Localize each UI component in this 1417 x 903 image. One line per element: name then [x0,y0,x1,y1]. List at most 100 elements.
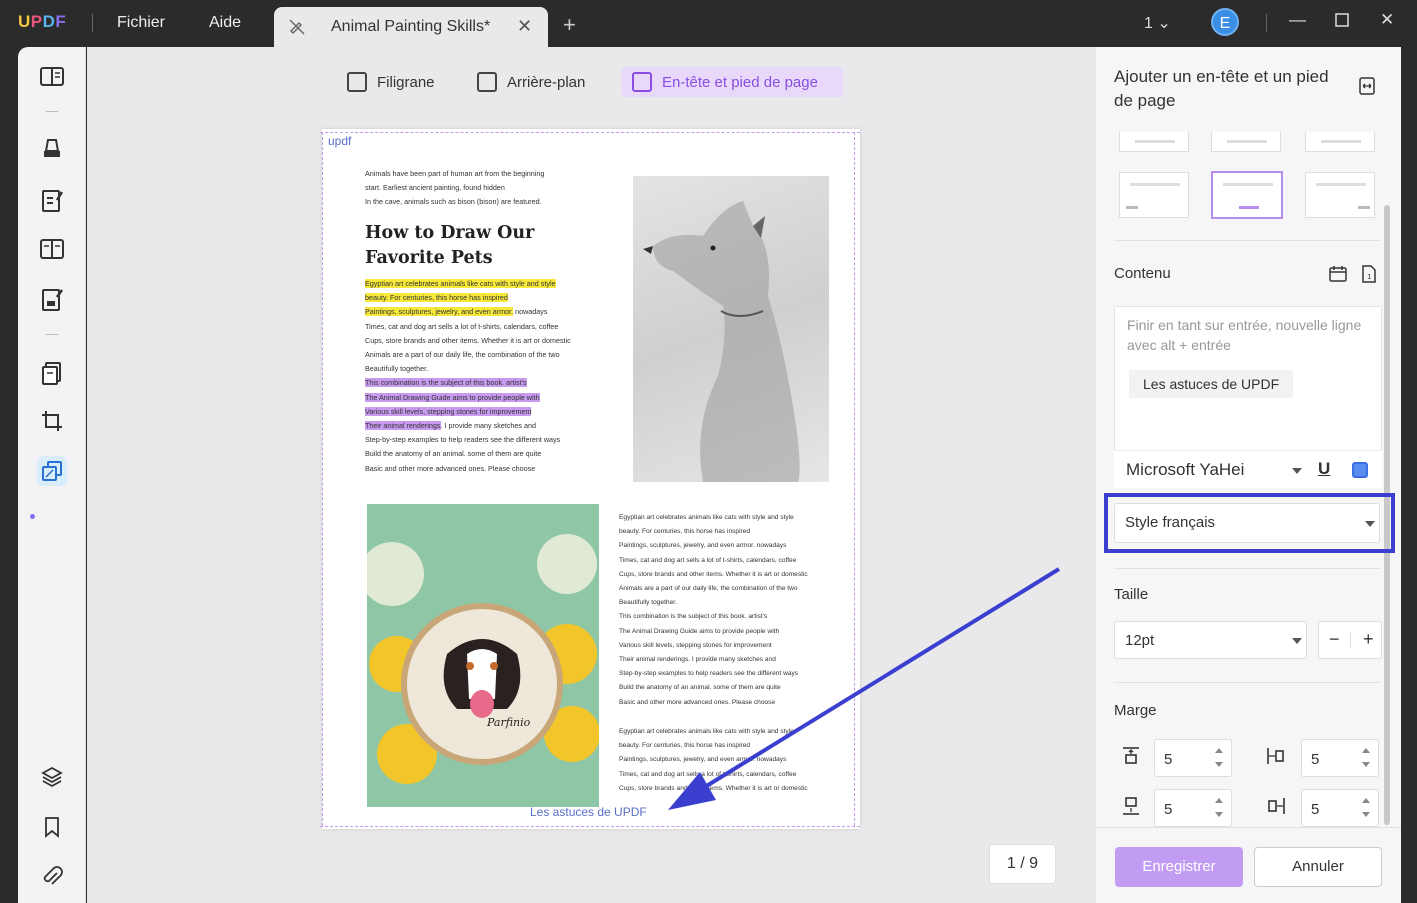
decrement-icon[interactable] [1362,812,1370,817]
margin-right-input[interactable]: 5 [1301,789,1379,827]
margin-bottom-input[interactable]: 5 [1154,789,1232,827]
left-sidebar [18,47,86,903]
margin-left-input[interactable]: 5 [1301,739,1379,777]
template-thumb[interactable] [1119,132,1189,152]
document-tab[interactable]: Animal Painting Skills* ✕ [274,7,548,47]
decrement-icon[interactable] [1215,762,1223,767]
footer-text[interactable]: Les astuces de UPDF [530,805,647,819]
bookmark-icon[interactable] [37,812,67,842]
highlighter-icon[interactable] [37,135,67,165]
text-line: Times, cat and dog art sells a lot of t-… [619,556,797,564]
increment-icon[interactable] [1215,798,1223,803]
attachment-icon[interactable] [37,862,67,892]
text-line: Step-by-step examples to help readers se… [365,435,561,445]
margin-left-icon [1267,748,1284,764]
panel-divider [1114,682,1381,683]
text-line: start. Earliest ancient painting, found … [365,183,505,193]
tab-close-icon[interactable]: ✕ [517,16,532,37]
stepper-divider [1350,632,1351,648]
title-line: How to Draw Our [365,223,535,243]
purple-highlight[interactable]: Their animal renderings [365,421,441,431]
header-footer-tool[interactable]: En-tête et pied de page [622,67,843,97]
increment-icon[interactable] [1362,748,1370,753]
text-line: Animals are a part of our daily life, th… [365,350,560,360]
updf-logo[interactable]: UPDF [18,12,66,32]
margin-label: Marge [1114,702,1157,719]
chevron-down-icon [1292,638,1302,644]
text-line: The Animal Drawing Guide aims to provide… [619,627,780,635]
underline-button[interactable]: U [1318,459,1330,479]
text-line: Egyptian art celebrates animals like cat… [619,514,794,521]
text-line: Build the anatomy of an animal. some of … [365,449,542,459]
edit-off-icon [289,19,305,35]
watermark-tool[interactable]: Filigrane [337,67,445,97]
content-chip[interactable]: Les astuces de UPDF [1129,370,1294,398]
text-line: Cups, store brands and other items. Whet… [619,570,808,578]
decrease-size-button[interactable]: − [1329,629,1340,650]
size-select[interactable]: 12pt [1114,621,1307,659]
increment-icon[interactable] [1215,748,1223,753]
page-number-icon[interactable]: 1 [1360,265,1378,283]
text-line: Beautifully together. [365,364,429,374]
close-window-icon[interactable]: ✕ [1380,10,1394,30]
increase-size-button[interactable]: + [1363,629,1374,650]
minimize-icon[interactable]: — [1289,10,1306,30]
active-indicator [30,514,35,519]
increment-icon[interactable] [1362,798,1370,803]
header-text[interactable]: updf [328,134,351,148]
text-line: . I provide many sketches and [440,421,536,431]
annotation-highlight-box [1104,493,1395,553]
margin-top-input[interactable]: 5 [1154,739,1232,777]
menu-fichier[interactable]: Fichier [117,14,165,32]
yellow-highlight[interactable]: beauty. For centuries, this horse has in… [365,293,508,303]
header-footer-label: En-tête et pied de page [662,73,818,91]
swap-layout-icon[interactable] [1358,77,1376,95]
embroidery-image[interactable]: Parfinio [367,504,599,807]
layers-icon[interactable] [37,762,67,792]
purple-highlight[interactable]: The Animal Drawing Guide aims to provide… [365,392,540,402]
background-tool[interactable]: Arrière-plan [467,67,595,97]
template-thumb[interactable] [1305,172,1375,218]
edit-text-icon[interactable] [37,186,67,216]
new-tab-plus-icon[interactable]: + [563,12,576,38]
crop-icon[interactable] [37,406,67,436]
title-bar: UPDF Fichier Aide Animal Painting Skills… [0,0,1417,47]
menu-aide[interactable]: Aide [209,14,241,32]
template-thumb[interactable] [1305,132,1375,152]
decrement-icon[interactable] [1362,762,1370,767]
window-count[interactable]: 1 ⌄ [1144,13,1171,33]
save-button[interactable]: Enregistrer [1115,847,1243,887]
title-separator [92,14,93,32]
text-color-button[interactable] [1352,462,1368,478]
background-icon [477,72,497,92]
dog-sketch-image[interactable] [633,176,829,482]
maximize-icon[interactable] [1335,12,1349,32]
decrement-icon[interactable] [1215,812,1223,817]
form-edit-icon[interactable] [37,285,67,315]
size-select-value: 12pt [1125,632,1155,649]
cancel-button[interactable]: Annuler [1254,847,1382,887]
user-avatar[interactable]: E [1211,8,1239,36]
embroidery-signature: Parfinio [486,716,531,729]
date-icon[interactable] [1329,265,1347,283]
page-counter[interactable]: 1 / 9 [989,844,1056,884]
template-thumb-selected[interactable] [1211,171,1283,219]
reader-icon[interactable] [37,62,67,92]
background-label: Arrière-plan [507,73,586,91]
yellow-highlight[interactable]: Egyptian art celebrates animals like cat… [365,279,556,288]
template-thumb[interactable] [1211,132,1281,152]
page-tools-icon[interactable] [37,456,67,486]
text-line: Beautifully together. [619,599,677,607]
font-select[interactable]: Microsoft YaHei [1126,460,1244,480]
text-line: Step-by-step examples to help readers se… [619,670,799,678]
purple-highlight[interactable]: Various skill levels, stepping stones fo… [365,406,532,416]
template-thumb[interactable] [1119,172,1189,218]
chevron-down-icon[interactable] [1292,468,1302,474]
document-title: How to Draw Our Favorite Pets [365,221,534,271]
organize-pages-icon[interactable] [37,234,67,264]
purple-highlight[interactable]: This combination is the subject of this … [365,378,527,388]
header-guide [320,132,860,133]
convert-icon[interactable] [37,358,67,388]
text-line: Their animal renderings. I provide many … [619,656,776,664]
yellow-highlight[interactable]: Paintings, sculptures, jewelry, and even… [365,307,514,317]
